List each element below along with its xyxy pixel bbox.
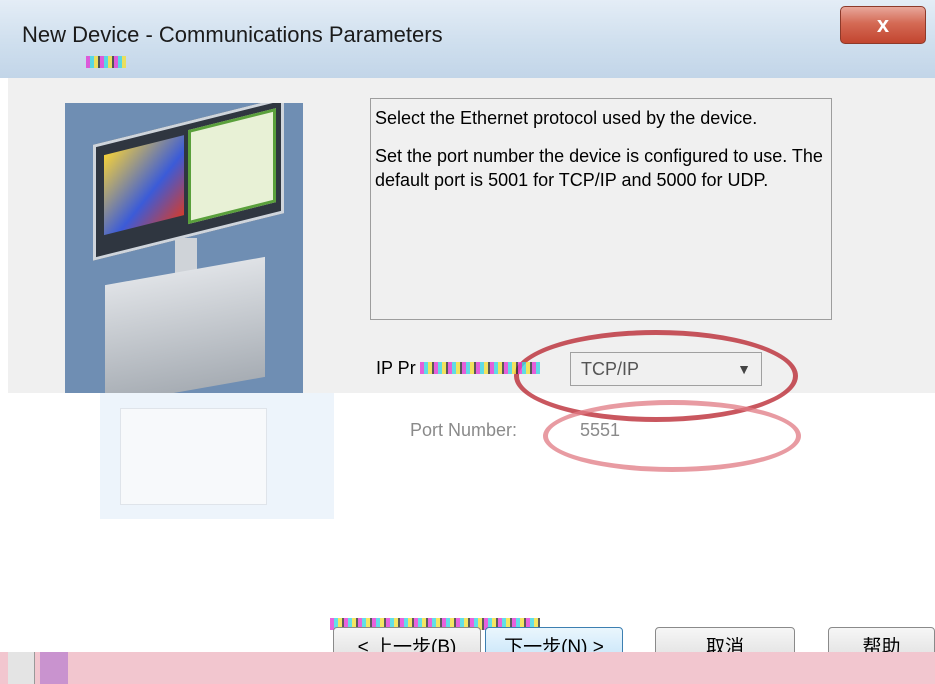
- noise-artifact: [420, 362, 540, 374]
- close-button[interactable]: x: [840, 6, 926, 44]
- title-bar: New Device - Communications Parameters x: [0, 0, 935, 78]
- taskbar-item[interactable]: [40, 652, 68, 684]
- screen-graphic: [104, 135, 184, 236]
- computer-base-graphic: [105, 256, 265, 393]
- description-box: Select the Ethernet protocol used by the…: [370, 98, 832, 320]
- screen-panel-graphic: [188, 108, 276, 225]
- taskbar: [0, 652, 935, 684]
- description-line-2: Set the port number the device is config…: [375, 146, 823, 190]
- annotation-circle-port: [543, 400, 801, 472]
- protocol-label: IP Pr: [376, 358, 416, 378]
- port-number-label: Port Number:: [410, 420, 518, 440]
- plc-device-graphic: [120, 408, 267, 505]
- taskbar-item[interactable]: [8, 652, 35, 684]
- description-line-1: Select the Ethernet protocol used by the…: [375, 108, 758, 128]
- noise-artifact: [86, 56, 126, 68]
- close-icon: x: [876, 12, 890, 37]
- window-title: New Device - Communications Parameters: [22, 22, 443, 47]
- plc-illustration: [100, 393, 334, 519]
- device-illustration: [65, 103, 303, 393]
